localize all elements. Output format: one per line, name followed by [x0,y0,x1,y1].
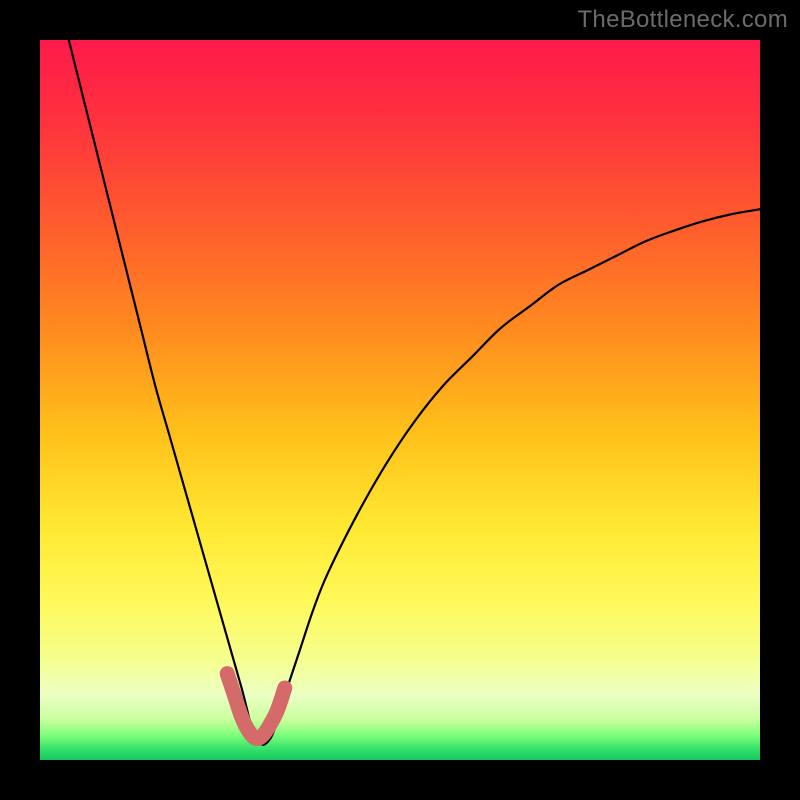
watermark-label: TheBottleneck.com [577,6,788,34]
plot-area [40,40,760,760]
chart-frame: TheBottleneck.com [0,0,800,800]
bottleneck-curve [69,40,760,745]
near-minimum-marker [227,674,285,739]
curve-layer [40,40,760,760]
